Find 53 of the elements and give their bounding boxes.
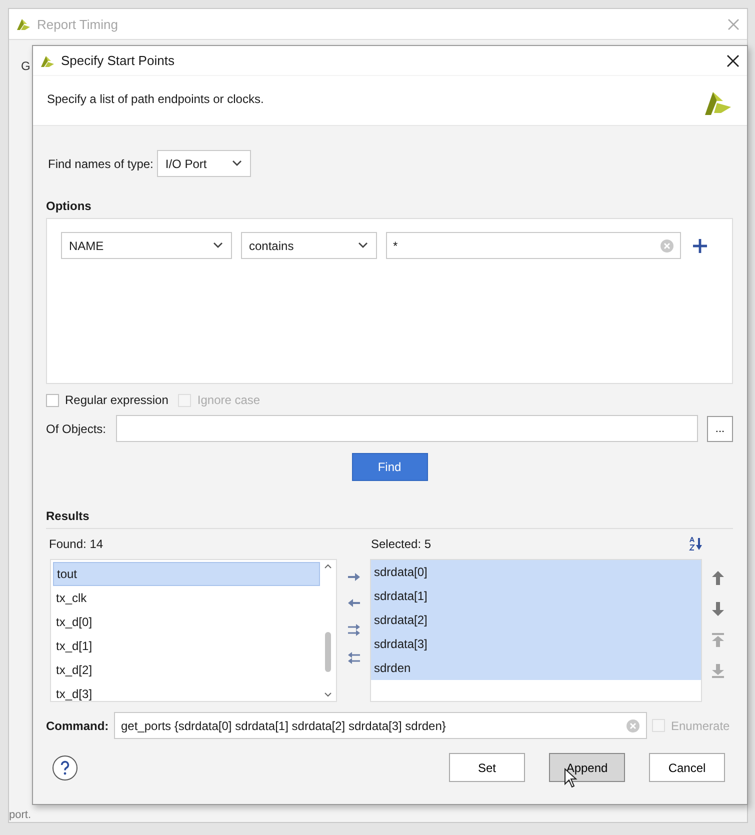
move-to-top-icon[interactable] — [712, 633, 724, 647]
list-item[interactable]: sdrdata[3] — [371, 632, 701, 656]
caret-icon[interactable] — [358, 242, 368, 249]
add-icon[interactable] — [693, 238, 707, 252]
list-item[interactable]: tx_d[2] — [53, 658, 320, 682]
dialog-button[interactable]: Cancel — [649, 753, 725, 782]
label: G — [21, 59, 30, 73]
sort-icon[interactable] — [689, 537, 703, 551]
section-heading: Results — [46, 509, 733, 529]
list-item[interactable]: sdrdata[1] — [371, 584, 701, 608]
property-dropdown[interactable]: NAME — [61, 232, 232, 259]
command-field[interactable]: get_ports {sdrdata[0] sdrdata[1] sdrdata[2] sdrdata[3] sdrden} — [114, 712, 647, 739]
double-arrow-left-icon[interactable] — [346, 652, 360, 664]
list-item[interactable]: tx_clk — [53, 586, 320, 610]
arrow-up-icon[interactable] — [712, 571, 724, 585]
list-item[interactable]: tx_d[0] — [53, 610, 320, 634]
close-icon[interactable] — [727, 54, 739, 66]
list-item[interactable]: sdrdata[0] — [371, 560, 701, 584]
list-item[interactable]: tx_d[3] — [53, 682, 320, 706]
field-label: Command: — [46, 718, 110, 732]
find-button[interactable]: Find — [352, 453, 428, 481]
checkbox-label: Regular expression — [65, 393, 168, 407]
description: Specify a list of path endpoints or clocks. — [47, 92, 264, 106]
dialog-title: Specify Start Points — [61, 53, 176, 68]
checkbox-label: Enumerate — [671, 718, 730, 732]
objects-field[interactable] — [116, 415, 698, 442]
app-logo-icon[interactable] — [15, 16, 31, 32]
arrow-down-icon[interactable] — [712, 602, 724, 616]
label: port. — [9, 809, 32, 821]
dialog-button[interactable]: Set — [449, 753, 525, 782]
operator-dropdown[interactable]: contains — [241, 232, 377, 259]
arrow-left-icon[interactable] — [346, 598, 360, 608]
section-heading: Options — [46, 199, 92, 213]
double-arrow-right-icon[interactable] — [346, 624, 360, 636]
count-label: Selected: 5 — [371, 537, 432, 551]
type-dropdown[interactable]: I/O Port — [157, 150, 252, 177]
move-to-bottom-icon[interactable] — [712, 664, 724, 678]
count-label: Found: 14 — [48, 537, 104, 551]
browse-button[interactable]: ... — [707, 416, 733, 442]
window-title: Report Timing — [37, 16, 119, 32]
checkbox[interactable] — [46, 394, 59, 406]
list-item[interactable]: sdrden — [371, 656, 701, 680]
field-label: Find names of type: — [48, 156, 154, 170]
field-label: Of Objects: — [46, 422, 108, 436]
list-item[interactable]: tx_d[1] — [53, 634, 320, 658]
caret-icon[interactable] — [232, 160, 242, 167]
checkbox-label: Ignore case — [197, 393, 260, 407]
arrow-right-icon[interactable] — [346, 572, 360, 582]
help-icon[interactable] — [52, 754, 78, 780]
caret-icon[interactable] — [213, 242, 223, 249]
list-item[interactable]: sdrdata[2] — [371, 608, 701, 632]
list-item[interactable]: tout — [53, 562, 320, 586]
pattern-field[interactable]: * — [386, 232, 681, 259]
